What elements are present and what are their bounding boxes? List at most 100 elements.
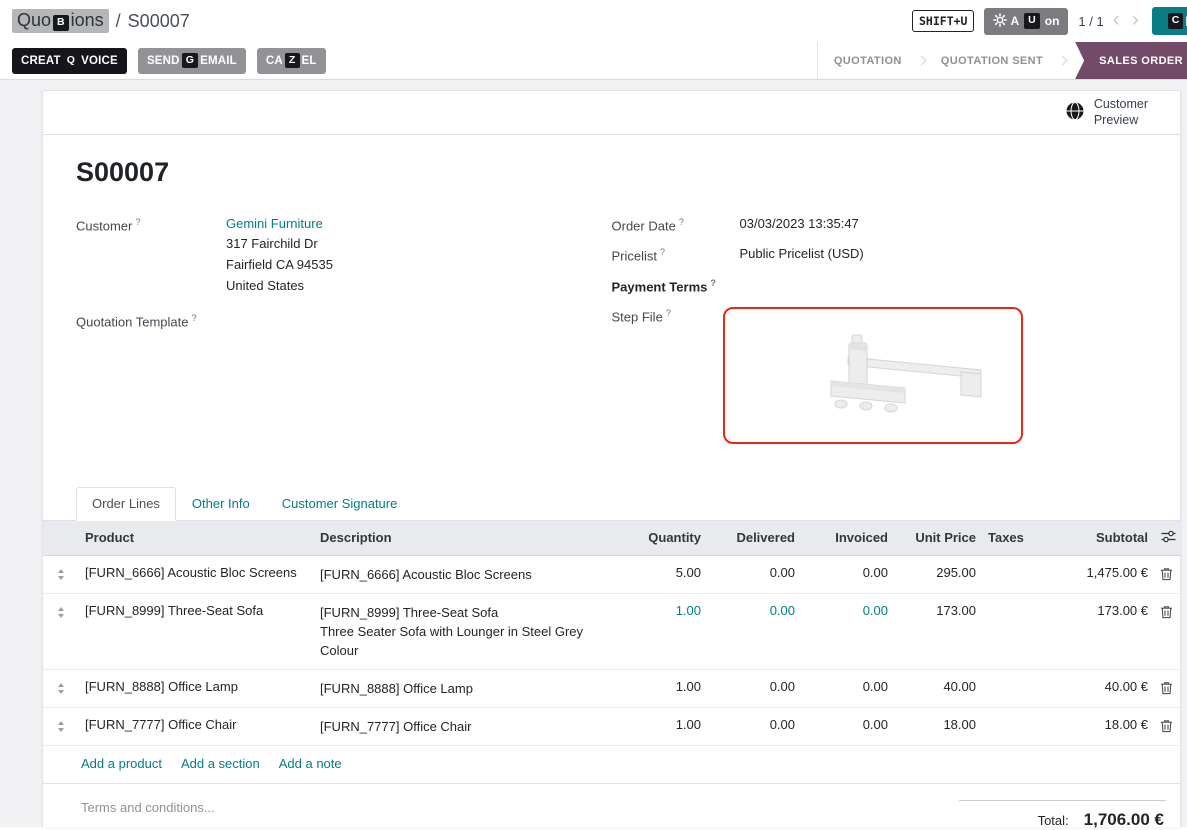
cell-taxes[interactable] bbox=[982, 593, 1038, 669]
trash-icon[interactable] bbox=[1160, 603, 1173, 622]
cell-delivered[interactable]: 0.00 bbox=[707, 707, 801, 745]
cell-unit-price[interactable]: 295.00 bbox=[894, 555, 982, 593]
table-row: [FURN_7777] Office Chair [FURN_7777] Off… bbox=[43, 707, 1182, 745]
column-header-taxes[interactable]: Taxes bbox=[982, 521, 1038, 556]
status-separator-icon bbox=[1058, 56, 1068, 66]
cell-invoiced[interactable]: 0.00 bbox=[801, 593, 894, 669]
breadcrumb-current: S00007 bbox=[128, 11, 190, 32]
action-buttons: CREATQVOICE SENDGEMAIL CAZEL bbox=[12, 42, 326, 79]
customer-preview-label: CustomerPreview bbox=[1094, 97, 1148, 128]
drag-handle[interactable] bbox=[43, 707, 79, 745]
cell-delivered[interactable]: 0.00 bbox=[707, 669, 801, 707]
tab-customer-signature[interactable]: Customer Signature bbox=[266, 487, 414, 521]
send-email-button[interactable]: SENDGEMAIL bbox=[138, 48, 246, 74]
breadcrumb-parent-text-pre: Quo bbox=[17, 10, 51, 30]
totals-block: Total: 1,706.00 € bbox=[959, 800, 1166, 830]
column-header-subtotal[interactable]: Subtotal bbox=[1038, 521, 1154, 556]
cell-unit-price[interactable]: 173.00 bbox=[894, 593, 982, 669]
column-header-description[interactable]: Description bbox=[314, 521, 619, 556]
add-a-note-link[interactable]: Add a note bbox=[279, 756, 342, 771]
cell-quantity[interactable]: 1.00 bbox=[619, 593, 707, 669]
status-step-quotation[interactable]: QUOTATION bbox=[818, 42, 918, 79]
tab-other-info[interactable]: Other Info bbox=[176, 487, 266, 521]
drag-handle[interactable] bbox=[43, 555, 79, 593]
customer-label: Customer? bbox=[76, 216, 226, 296]
help-icon: ? bbox=[666, 308, 671, 318]
hotkey-badge-z: Z bbox=[285, 53, 300, 69]
cell-taxes[interactable] bbox=[982, 669, 1038, 707]
pricelist-value[interactable]: Public Pricelist (USD) bbox=[740, 246, 864, 263]
optional-columns-header bbox=[1154, 521, 1182, 556]
breadcrumb-quotations-link[interactable]: QuoBions bbox=[12, 9, 109, 33]
pricelist-field: Pricelist? Public Pricelist (USD) bbox=[612, 246, 1148, 263]
add-a-section-link[interactable]: Add a section bbox=[181, 756, 260, 771]
cell-unit-price[interactable]: 40.00 bbox=[894, 669, 982, 707]
drag-handle[interactable] bbox=[43, 669, 79, 707]
card-header: CustomerPreview bbox=[43, 91, 1180, 135]
corner-button[interactable]: Cl bbox=[1152, 7, 1187, 35]
status-step-quotation-sent[interactable]: QUOTATION SENT bbox=[925, 42, 1059, 79]
trash-icon[interactable] bbox=[1160, 717, 1173, 736]
cell-description[interactable]: [FURN_7777] Office Chair bbox=[314, 707, 619, 745]
cell-description[interactable]: [FURN_8888] Office Lamp bbox=[314, 669, 619, 707]
right-field-group: Order Date? 03/03/2023 13:35:47 Pricelis… bbox=[612, 216, 1148, 457]
payment-terms-label: Payment Terms? bbox=[612, 277, 740, 294]
drag-handle[interactable] bbox=[43, 593, 79, 669]
cell-description[interactable]: [FURN_8999] Three-Seat SofaThree Seater … bbox=[314, 593, 619, 669]
cell-subtotal: 40.00 € bbox=[1038, 669, 1154, 707]
action-menu-button[interactable]: AUon bbox=[984, 8, 1068, 35]
help-icon: ? bbox=[660, 247, 665, 257]
step-file-3d-preview bbox=[753, 319, 993, 432]
gear-icon bbox=[993, 13, 1007, 30]
breadcrumb: QuoBions / S00007 bbox=[12, 9, 190, 33]
tab-order-lines[interactable]: Order Lines bbox=[76, 487, 176, 521]
optional-columns-toggle-icon[interactable] bbox=[1161, 530, 1176, 546]
cell-product[interactable]: [FURN_8999] Three-Seat Sofa bbox=[79, 593, 314, 669]
form-view-container: CustomerPreview S00007 Customer? Gemini … bbox=[0, 80, 1187, 827]
order-date-value[interactable]: 03/03/2023 13:35:47 bbox=[740, 216, 859, 233]
cell-delete bbox=[1154, 555, 1182, 593]
cell-delivered[interactable]: 0.00 bbox=[707, 593, 801, 669]
column-header-product[interactable]: Product bbox=[79, 521, 314, 556]
pager-next-icon[interactable]: › bbox=[1129, 9, 1142, 33]
cell-product[interactable]: [FURN_8888] Office Lamp bbox=[79, 669, 314, 707]
list-footer-links: Add a product Add a section Add a note bbox=[43, 746, 1180, 784]
cell-invoiced[interactable]: 0.00 bbox=[801, 669, 894, 707]
column-header-invoiced[interactable]: Invoiced bbox=[801, 521, 894, 556]
pricelist-label: Pricelist? bbox=[612, 246, 740, 263]
order-date-label: Order Date? bbox=[612, 216, 740, 233]
cell-invoiced[interactable]: 0.00 bbox=[801, 707, 894, 745]
cell-delivered[interactable]: 0.00 bbox=[707, 555, 801, 593]
column-header-unit-price[interactable]: Unit Price bbox=[894, 521, 982, 556]
control-bar: CREATQVOICE SENDGEMAIL CAZEL QUOTATION Q… bbox=[0, 42, 1187, 80]
create-invoice-button[interactable]: CREATQVOICE bbox=[12, 48, 127, 74]
cell-quantity[interactable]: 5.00 bbox=[619, 555, 707, 593]
cell-product[interactable]: [FURN_7777] Office Chair bbox=[79, 707, 314, 745]
cell-description[interactable]: [FURN_6666] Acoustic Bloc Screens bbox=[314, 555, 619, 593]
trash-icon[interactable] bbox=[1160, 679, 1173, 698]
customer-preview-button[interactable]: CustomerPreview bbox=[1059, 96, 1154, 129]
quotation-template-label: Quotation Template? bbox=[76, 312, 226, 329]
send-email-label-pre: SEND bbox=[147, 55, 180, 67]
step-file-image-field[interactable] bbox=[723, 307, 1023, 444]
status-step-sales-order[interactable]: SALES ORDER bbox=[1075, 42, 1187, 79]
customer-link[interactable]: Gemini Furniture bbox=[226, 216, 323, 231]
cell-quantity[interactable]: 1.00 bbox=[619, 707, 707, 745]
terms-placeholder[interactable]: Terms and conditions... bbox=[81, 800, 215, 815]
cancel-label-post: EL bbox=[302, 55, 317, 67]
add-a-product-link[interactable]: Add a product bbox=[81, 756, 162, 771]
cell-quantity[interactable]: 1.00 bbox=[619, 669, 707, 707]
cancel-button[interactable]: CAZEL bbox=[257, 48, 326, 74]
cell-taxes[interactable] bbox=[982, 555, 1038, 593]
cell-product[interactable]: [FURN_6666] Acoustic Bloc Screens bbox=[79, 555, 314, 593]
cell-invoiced[interactable]: 0.00 bbox=[801, 555, 894, 593]
column-header-delivered[interactable]: Delivered bbox=[707, 521, 801, 556]
hotkey-badge-g: G bbox=[182, 53, 198, 69]
cell-taxes[interactable] bbox=[982, 707, 1038, 745]
breadcrumb-bar: QuoBions / S00007 SHIFT+U AUon 1 / 1 ‹ ›… bbox=[0, 0, 1187, 42]
pager-previous-icon[interactable]: ‹ bbox=[1110, 9, 1123, 33]
column-header-quantity[interactable]: Quantity bbox=[619, 521, 707, 556]
pager-count: 1 / 1 bbox=[1078, 14, 1103, 29]
trash-icon[interactable] bbox=[1160, 565, 1173, 584]
cell-unit-price[interactable]: 18.00 bbox=[894, 707, 982, 745]
